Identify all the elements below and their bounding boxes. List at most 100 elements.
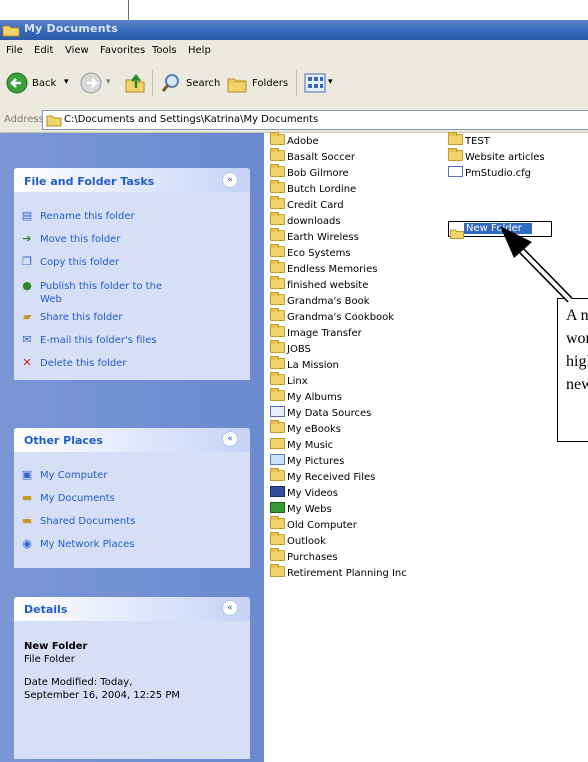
folder-item[interactable]: finished website (270, 276, 368, 291)
back-label[interactable]: Back (32, 78, 56, 89)
details-type: File Folder (24, 654, 75, 665)
folder-icon (270, 244, 285, 257)
shared-documents-icon: ▬ (21, 514, 33, 527)
folder-item[interactable]: Eco Systems (270, 244, 351, 259)
folder-icon (270, 468, 285, 481)
folders-label[interactable]: Folders (252, 78, 288, 89)
folder-icon (270, 228, 285, 241)
folder-icon (270, 324, 285, 337)
task-rename[interactable]: Rename this folder (40, 211, 135, 222)
folder-icon (270, 212, 285, 225)
folder-item[interactable]: Outlook (270, 532, 326, 547)
forward-dropdown-icon[interactable]: ▾ (106, 77, 111, 87)
task-publish[interactable]: Publish this folder to the (40, 281, 162, 292)
task-delete[interactable]: Delete this folder (40, 358, 127, 369)
folder-item[interactable]: TEST (448, 132, 490, 147)
collapse-chevron-icon[interactable]: « (222, 172, 238, 188)
pictures-folder-icon (270, 454, 285, 465)
folder-item[interactable]: JOBS (270, 340, 311, 355)
folder-item[interactable]: Earth Wireless (270, 228, 359, 243)
network-places-icon: ◉ (22, 537, 32, 550)
folder-item[interactable]: My eBooks (270, 420, 341, 435)
folder-icon (270, 292, 285, 305)
menu-tools[interactable]: Tools (152, 45, 177, 56)
folder-icon (270, 196, 285, 209)
folder-icon (270, 132, 285, 145)
folder-item[interactable]: Purchases (270, 548, 338, 563)
config-file-icon (448, 166, 463, 177)
folder-item[interactable]: Website articles (448, 148, 545, 163)
file-item[interactable]: PmStudio.cfg (448, 166, 531, 179)
views-icon (304, 73, 326, 93)
menu-help[interactable]: Help (188, 45, 211, 56)
folder-item[interactable]: Old Computer (270, 516, 357, 531)
menu-favorites[interactable]: Favorites (100, 45, 145, 56)
folder-item[interactable]: Credit Card (270, 196, 344, 211)
place-my-network-places[interactable]: My Network Places (40, 539, 134, 550)
my-documents-icon: ▬ (21, 491, 33, 504)
folder-icon (270, 164, 285, 177)
up-folder-button[interactable] (124, 72, 146, 98)
up-folder-icon (125, 73, 145, 93)
folder-item[interactable]: Retirement Planning Inc (270, 564, 407, 579)
place-shared-documents[interactable]: Shared Documents (40, 516, 135, 527)
search-label[interactable]: Search (186, 78, 220, 89)
search-button[interactable] (160, 72, 182, 98)
folder-item[interactable]: Linx (270, 372, 308, 387)
folder-item[interactable]: Basalt Soccer (270, 148, 355, 163)
task-move[interactable]: Move this folder (40, 234, 120, 245)
folder-item[interactable]: My Videos (270, 486, 338, 499)
folder-item[interactable]: My Pictures (270, 454, 344, 467)
folder-item[interactable]: My Music (270, 438, 333, 451)
panel-title[interactable]: Other Places (24, 434, 103, 447)
menu-file[interactable]: File (6, 45, 23, 56)
publish-globe-icon: ● (22, 279, 32, 292)
place-my-documents[interactable]: My Documents (40, 493, 115, 504)
folder-item[interactable]: Adobe (270, 132, 319, 147)
menu-view[interactable]: View (65, 45, 89, 56)
folder-icon (270, 532, 285, 545)
folder-icon (270, 372, 285, 385)
folder-item[interactable]: Image Transfer (270, 324, 362, 339)
collapse-chevron-icon[interactable]: « (222, 431, 238, 447)
back-button[interactable] (6, 72, 28, 98)
rename-icon: ▤ (21, 209, 33, 222)
folder-icon (270, 148, 285, 161)
details-name: New Folder (24, 641, 88, 652)
back-dropdown-icon[interactable]: ▾ (64, 77, 69, 87)
task-share[interactable]: Share this folder (40, 312, 123, 323)
task-publish-web[interactable]: Web (40, 294, 62, 305)
folder-item[interactable]: My Data Sources (270, 406, 371, 419)
folder-item[interactable]: Grandma's Cookbook (270, 308, 394, 323)
address-path[interactable]: C:\Documents and Settings\Katrina\My Doc… (64, 114, 318, 125)
copy-icon: ❐ (22, 255, 32, 268)
folder-item[interactable]: Grandma's Book (270, 292, 370, 307)
folder-icon (270, 308, 285, 321)
folder-item[interactable]: Butch Lordine (270, 180, 356, 195)
views-button[interactable] (304, 73, 326, 97)
panel-title[interactable]: Details (24, 603, 67, 616)
callout-arrow-icon (500, 226, 573, 303)
folder-item[interactable]: Bob Gilmore (270, 164, 349, 179)
views-dropdown-icon[interactable]: ▾ (328, 77, 333, 87)
folder-item[interactable]: My Webs (270, 502, 332, 515)
task-copy[interactable]: Copy this folder (40, 257, 119, 268)
webs-folder-icon (270, 502, 285, 513)
new-folder-icon (450, 224, 464, 243)
folder-item[interactable]: My Received Files (270, 468, 375, 483)
forward-arrow-icon (80, 72, 102, 94)
folders-button[interactable] (226, 72, 248, 98)
place-my-computer[interactable]: My Computer (40, 470, 107, 481)
folder-item[interactable]: La Mission (270, 356, 339, 371)
folder-item[interactable]: Endless Memories (270, 260, 377, 275)
folder-icon (270, 548, 285, 561)
menu-edit[interactable]: Edit (34, 45, 53, 56)
collapse-chevron-icon[interactable]: « (222, 600, 238, 616)
folder-item[interactable]: My Albums (270, 388, 342, 403)
folder-icon (2, 22, 20, 37)
delete-icon: ✕ (22, 356, 32, 369)
folder-item[interactable]: downloads (270, 212, 341, 227)
panel-title[interactable]: File and Folder Tasks (24, 175, 154, 188)
task-email[interactable]: E-mail this folder's files (40, 335, 157, 346)
forward-button[interactable] (80, 72, 102, 98)
